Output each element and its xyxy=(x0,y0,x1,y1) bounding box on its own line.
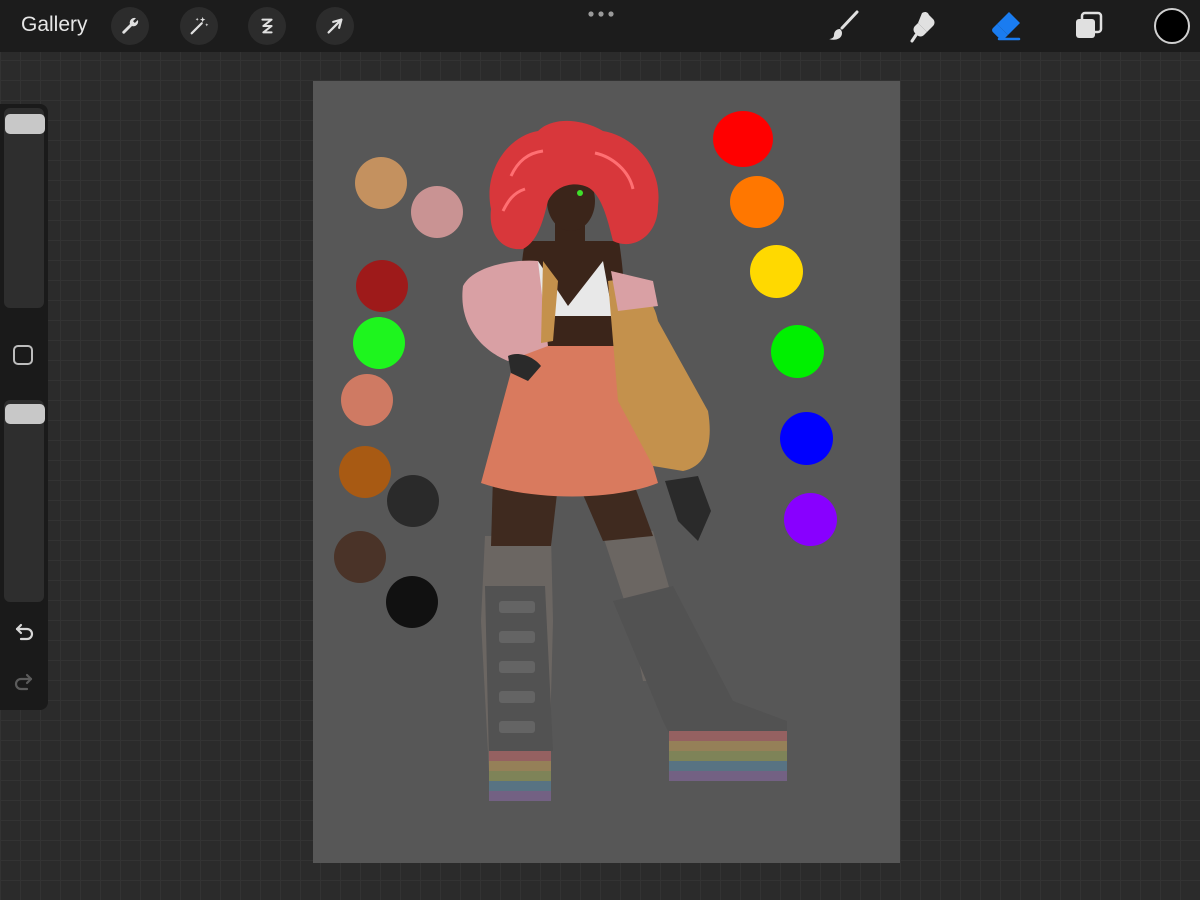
modify-square-icon[interactable] xyxy=(13,345,33,365)
brush-size-slider[interactable] xyxy=(4,108,44,308)
color-button[interactable] xyxy=(1154,8,1190,44)
brush-size-thumb[interactable] xyxy=(5,114,45,134)
top-toolbar: Gallery xyxy=(0,0,1200,52)
eraser-tool-button[interactable] xyxy=(988,8,1024,44)
opacity-thumb[interactable] xyxy=(5,404,45,424)
character-illustration xyxy=(462,120,787,801)
selection-button[interactable] xyxy=(248,7,286,45)
actions-button[interactable] xyxy=(111,7,149,45)
layers-button[interactable] xyxy=(1071,8,1107,44)
layers-icon xyxy=(1076,11,1103,38)
selection-icon xyxy=(261,18,273,34)
smudge-icon xyxy=(910,11,935,43)
magic-wand-icon xyxy=(190,16,209,35)
transform-arrow-icon xyxy=(327,18,343,34)
wrench-icon xyxy=(122,17,139,34)
drawing-canvas[interactable] xyxy=(313,81,900,863)
adjustments-button[interactable] xyxy=(180,7,218,45)
brush-icon xyxy=(829,10,859,40)
undo-icon[interactable] xyxy=(12,620,36,644)
gallery-button[interactable]: Gallery xyxy=(21,13,88,37)
opacity-slider[interactable] xyxy=(4,400,44,602)
redo-icon[interactable] xyxy=(12,670,36,694)
smudge-tool-button[interactable] xyxy=(907,8,943,44)
transform-button[interactable] xyxy=(316,7,354,45)
eraser-icon xyxy=(992,12,1021,41)
brush-tool-button[interactable] xyxy=(826,8,862,44)
more-dots-icon[interactable] xyxy=(586,8,616,20)
left-sidebar xyxy=(0,104,48,710)
